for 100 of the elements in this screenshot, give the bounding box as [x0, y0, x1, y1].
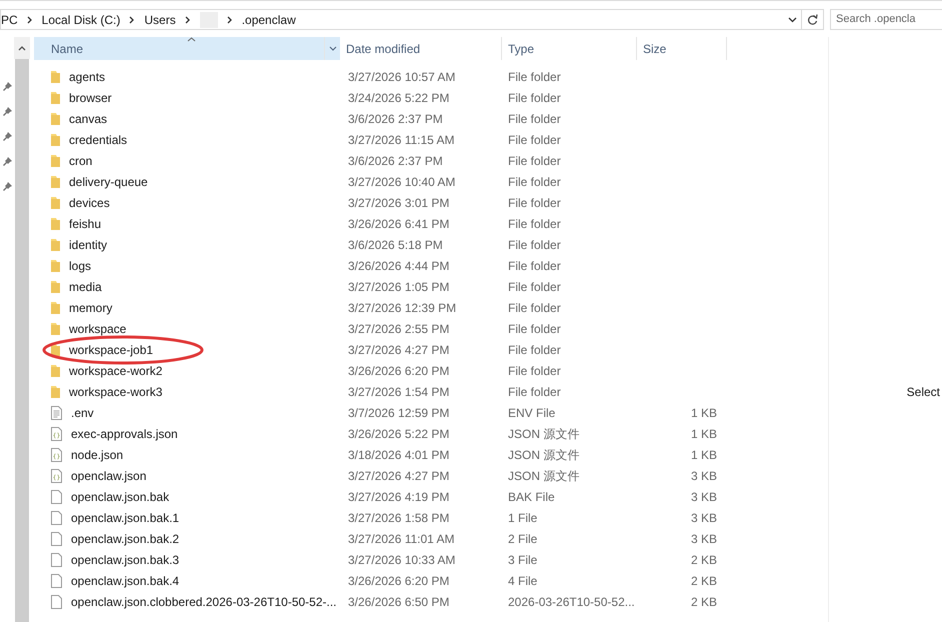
- file-row[interactable]: agents 3/27/2026 10:57 AM File folder: [34, 66, 828, 87]
- file-name: openclaw.json.bak: [71, 488, 170, 506]
- file-row[interactable]: media 3/27/2026 1:05 PM File folder: [34, 276, 828, 297]
- folder-icon: [51, 174, 60, 188]
- folder-icon: [51, 384, 60, 398]
- file-name: canvas: [69, 110, 108, 128]
- file-row[interactable]: openclaw.json.bak 3/27/2026 4:19 PM BAK File 3 KB: [34, 486, 828, 507]
- file-name: openclaw.json.bak.1: [71, 510, 180, 526]
- file-row[interactable]: devices 3/27/2026 3:01 PM File folder: [34, 192, 828, 213]
- size-cell: 1 KB: [690, 426, 717, 440]
- file-name: openclaw.json: [71, 468, 146, 484]
- date-cell-text: 3/7/2026 12:59 PM: [347, 404, 450, 422]
- chevron-right-icon: [129, 16, 136, 24]
- file-row[interactable]: logs 3/26/2026 4:44 PM File folder: [34, 255, 828, 276]
- scroll-up-button[interactable]: [14, 37, 30, 59]
- date-cell-text: 3/26/2026 6:41 PM: [347, 216, 450, 232]
- file-name: identity: [69, 236, 108, 254]
- file-row[interactable]: identity 3/6/2026 5:18 PM File folder: [34, 234, 828, 255]
- blank-file-icon: [51, 574, 62, 588]
- breadcrumb[interactable]: PC: [1, 10, 18, 28]
- breadcrumb[interactable]: Users: [144, 10, 176, 28]
- type-cell-text: File folder: [507, 194, 562, 212]
- pin-icon[interactable]: [2, 157, 12, 167]
- file-row[interactable]: credentials 3/27/2026 11:15 AM File folder: [34, 129, 828, 150]
- type-cell-text: JSON 源文件: [507, 446, 580, 464]
- file-row[interactable]: workspace-job1 3/27/2026 4:27 PM File folder: [34, 339, 828, 360]
- json-file-icon: [51, 426, 62, 440]
- blank-file-icon: [51, 552, 62, 566]
- pin-icon[interactable]: [2, 132, 12, 142]
- breadcrumb[interactable]: .openclaw: [242, 10, 296, 28]
- column-header[interactable]: Size: [637, 37, 727, 60]
- date-cell-text: 3/27/2026 10:57 AM: [347, 68, 456, 86]
- folder-icon: [51, 300, 60, 314]
- file-name: openclaw.json.bak.3: [71, 552, 180, 568]
- scrollbar-thumb[interactable]: [15, 59, 29, 622]
- folder-icon: [51, 364, 60, 378]
- column-dropdown-button[interactable]: [325, 37, 340, 60]
- file-row[interactable]: node.json 3/18/2026 4:01 PM JSON 源文件 1 KB: [34, 444, 828, 465]
- pin-icon[interactable]: [2, 82, 12, 92]
- sort-ascending-icon: [187, 37, 196, 42]
- type-cell-text: File folder: [507, 362, 562, 380]
- size-cell: 3 KB: [690, 490, 717, 504]
- file-row[interactable]: cron 3/6/2026 2:37 PM File folder: [34, 150, 828, 171]
- column-header[interactable]: Type: [502, 37, 637, 60]
- size-cell: 1 KB: [690, 448, 717, 462]
- chevron-right-icon: [26, 16, 33, 24]
- file-name: node.json: [71, 446, 124, 464]
- file-row[interactable]: openclaw.json.bak.1 3/27/2026 1:58 PM 1 File 3 KB: [34, 507, 828, 528]
- file-row[interactable]: openclaw.json.clobbered.2026-03-26T10-50-52-... 3/26/2026 6:50 PM 2026-03-26T10-50-52... 2 KB: [34, 591, 828, 612]
- file-row[interactable]: memory 3/27/2026 12:39 PM File folder: [34, 297, 828, 318]
- column-header[interactable]: Date modified: [340, 37, 502, 60]
- file-row[interactable]: exec-approvals.json 3/26/2026 5:22 PM JSON 源文件 1 KB: [34, 423, 828, 444]
- column-header[interactable]: Name: [34, 37, 325, 60]
- search-field[interactable]: Search .opencla: [830, 9, 942, 30]
- refresh-button[interactable]: [802, 9, 824, 30]
- address-bar[interactable]: PC Local Disk (C:) Users .openclaw: [0, 9, 802, 30]
- folder-icon: [51, 280, 60, 294]
- file-row[interactable]: openclaw.json.bak.3 3/27/2026 10:33 AM 3 File 2 KB: [34, 549, 828, 570]
- file-row[interactable]: workspace-work2 3/26/2026 6:20 PM File folder: [34, 360, 828, 381]
- date-cell-text: 3/26/2026 5:22 PM: [347, 426, 450, 442]
- folder-icon: [51, 258, 60, 272]
- chevron-right-icon: [184, 16, 191, 24]
- file-row[interactable]: browser 3/24/2026 5:22 PM File folder: [34, 87, 828, 108]
- file-row[interactable]: .env 3/7/2026 12:59 PM ENV File 1 KB: [34, 402, 828, 423]
- dropdown-caret-icon[interactable]: [788, 16, 797, 22]
- folder-icon: [51, 154, 60, 168]
- breadcrumb[interactable]: Local Disk (C:): [42, 10, 120, 28]
- preview-message: Select: [906, 384, 940, 401]
- type-cell-text: BAK File: [507, 488, 556, 506]
- date-cell-text: 3/27/2026 4:27 PM: [347, 342, 450, 358]
- type-cell-text: JSON 源文件: [507, 426, 580, 442]
- file-row[interactable]: workspace 3/27/2026 2:55 PM File folder: [34, 318, 828, 339]
- date-cell-text: 3/27/2026 4:27 PM: [347, 468, 450, 484]
- file-row[interactable]: feishu 3/26/2026 6:41 PM File folder: [34, 213, 828, 234]
- file-name: browser: [69, 90, 112, 106]
- type-cell-text: File folder: [507, 68, 562, 86]
- date-cell-text: 3/6/2026 2:37 PM: [347, 152, 444, 170]
- type-cell-text: File folder: [507, 320, 562, 338]
- folder-icon: [51, 216, 60, 230]
- file-name: credentials: [69, 132, 128, 148]
- file-row[interactable]: openclaw.json.bak.2 3/27/2026 11:01 AM 2 File 3 KB: [34, 528, 828, 549]
- pin-icon[interactable]: [2, 182, 12, 192]
- blurred-breadcrumb: [200, 12, 218, 28]
- file-row[interactable]: canvas 3/6/2026 2:37 PM File folder: [34, 108, 828, 129]
- type-cell-text: 2026-03-26T10-50-52...: [507, 594, 636, 610]
- file-row[interactable]: delivery-queue 3/27/2026 10:40 AM File folder: [34, 171, 828, 192]
- date-cell-text: 3/27/2026 1:05 PM: [347, 278, 450, 296]
- pin-icon[interactable]: [2, 107, 12, 117]
- file-row[interactable]: openclaw.json.bak.4 3/26/2026 6:20 PM 4 File 2 KB: [34, 570, 828, 591]
- file-name: workspace-work3: [69, 384, 162, 400]
- file-name: cron: [69, 152, 92, 170]
- file-row[interactable]: workspace-work3 3/27/2026 1:54 PM File folder: [34, 381, 828, 402]
- size-cell: 3 KB: [690, 532, 717, 546]
- file-name: memory: [69, 300, 112, 316]
- date-cell-text: 3/26/2026 6:20 PM: [347, 572, 450, 590]
- file-row[interactable]: openclaw.json 3/27/2026 4:27 PM JSON 源文件 3 KB: [34, 465, 828, 486]
- type-cell-text: File folder: [507, 132, 562, 148]
- file-name: workspace-job1: [69, 342, 154, 358]
- type-cell-text: File folder: [507, 236, 562, 254]
- date-cell-text: 3/27/2026 12:39 PM: [347, 300, 458, 316]
